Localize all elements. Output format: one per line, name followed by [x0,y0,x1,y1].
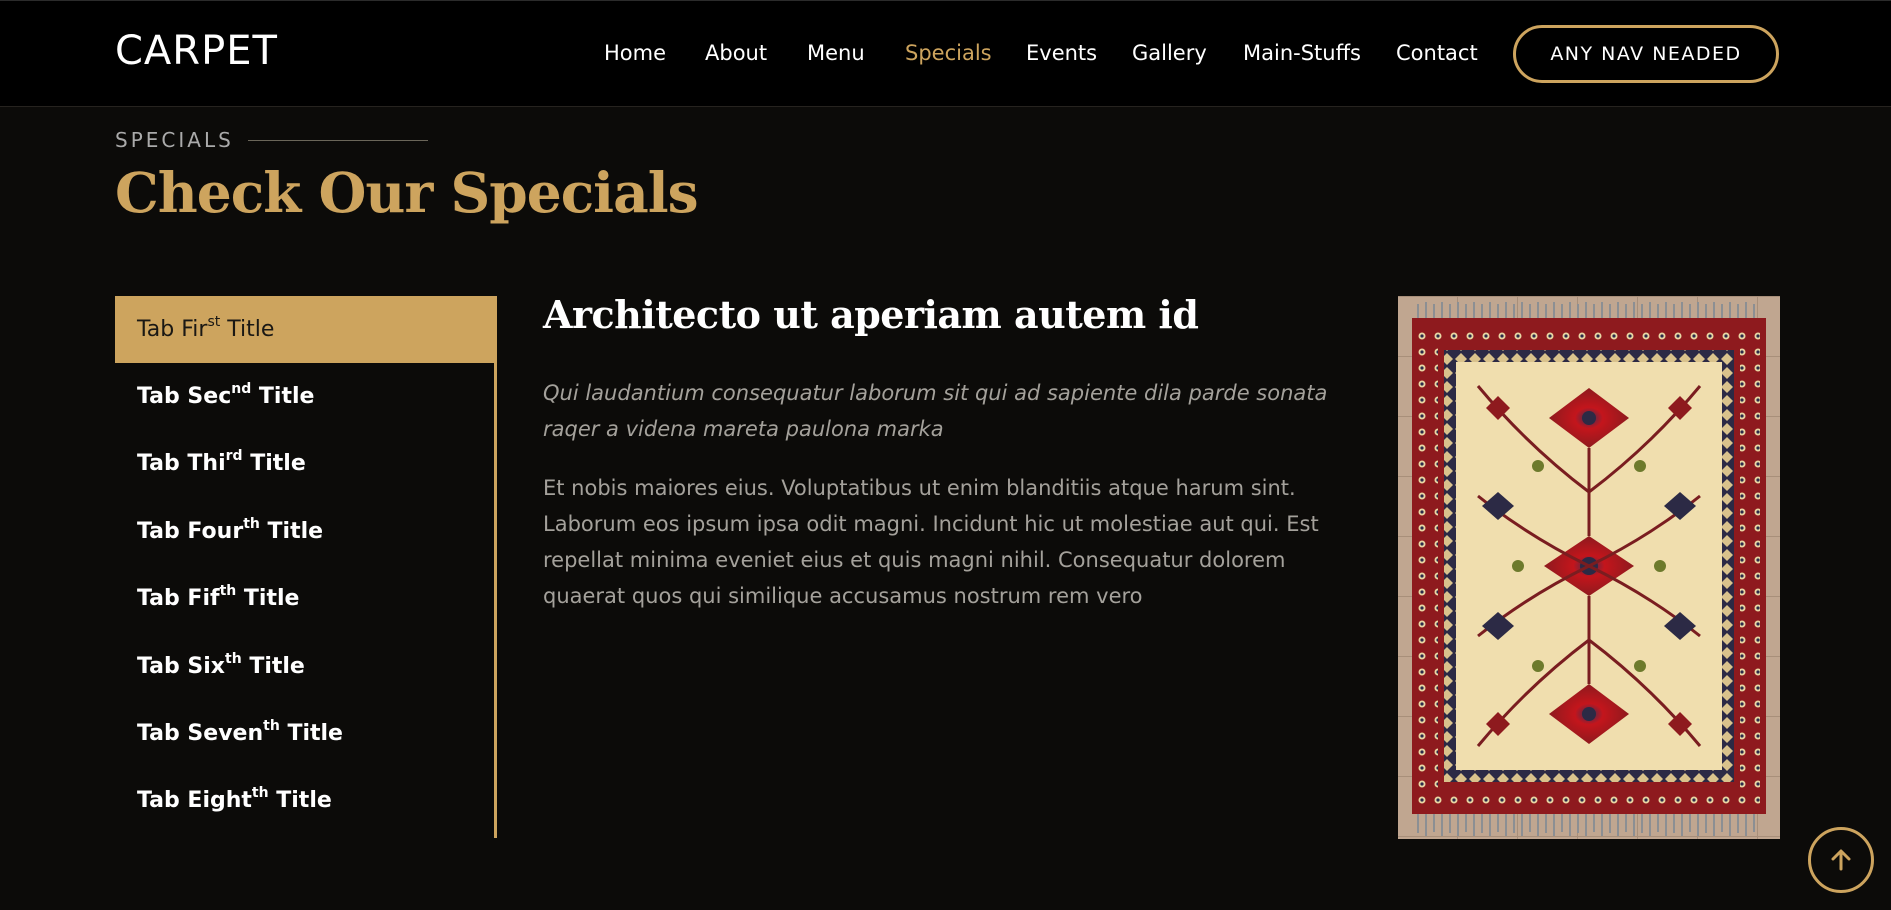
site-header: CARPET Home About Menu Specials Events G… [0,0,1891,107]
tab-label-prefix: Tab Sec [137,384,232,409]
tab-label-suffix: Title [279,721,343,746]
site-logo[interactable]: CARPET [115,28,278,74]
tab-eighth[interactable]: Tab Eight th Title [115,767,497,834]
tab-label-suffix: Title [251,384,315,409]
tab-label-suffix: Title [259,519,324,544]
nav-link-contact[interactable]: Contact [1396,41,1478,65]
tab-label-suffix: Title [268,788,332,813]
tab-label-suffix: Title [242,451,306,476]
tab-first[interactable]: Tab Fir st Title [115,296,497,363]
tab-content-title: Architecto ut aperiam autem id [543,292,1199,337]
nav-link-specials[interactable]: Specials [905,41,992,65]
section-kicker-label: SPECIALS [115,128,234,152]
tab-content-lead: Qui laudantium consequatur laborum sit q… [543,381,1328,441]
nav-link-menu[interactable]: Menu [807,41,865,65]
nav-link-events[interactable]: Events [1026,41,1097,65]
arrow-up-icon [1831,849,1851,871]
tab-label-prefix: Tab Thi [137,451,226,476]
cta-nav-button[interactable]: ANY NAV NEADED [1513,25,1779,83]
tab-label-prefix: Tab Eight [137,788,252,813]
tab-fourth[interactable]: Tab Four th Title [115,498,497,565]
tab-label-suffix: Title [241,654,305,679]
section-title: Check Our Specials [115,160,699,225]
tab-fifth[interactable]: Tab Fif th Title [115,565,497,632]
tab-label-prefix: Tab Fir [137,317,208,342]
section-kicker: SPECIALS [115,128,428,152]
tab-second[interactable]: Tab Sec nd Title [115,363,497,430]
tab-sixth[interactable]: Tab Six th Title [115,633,497,700]
tab-seventh[interactable]: Tab Seven th Title [115,700,497,767]
nav-link-main-stuffs[interactable]: Main-Stuffs [1243,41,1361,65]
kicker-divider [247,139,428,141]
carpet-image [1398,296,1780,839]
nav-link-about[interactable]: About [705,41,767,65]
back-to-top-button[interactable] [1808,827,1874,893]
tab-label-prefix: Tab Fif [137,586,220,611]
tab-label-prefix: Tab Four [137,519,244,544]
tab-label-prefix: Tab Seven [137,721,264,746]
tab-content-body: Et nobis maiores eius. Voluptatibus ut e… [543,476,1319,608]
tab-label-prefix: Tab Six [137,654,225,679]
nav-link-gallery[interactable]: Gallery [1132,41,1207,65]
nav-link-home[interactable]: Home [604,41,666,65]
tab-label-suffix: Title [236,586,300,611]
specials-tab-list: Tab Fir st Title Tab Sec nd Title Tab Thi r… [115,296,497,838]
tab-label-suffix: Title [220,317,275,342]
tab-third[interactable]: Tab Thi rd Title [115,430,497,497]
